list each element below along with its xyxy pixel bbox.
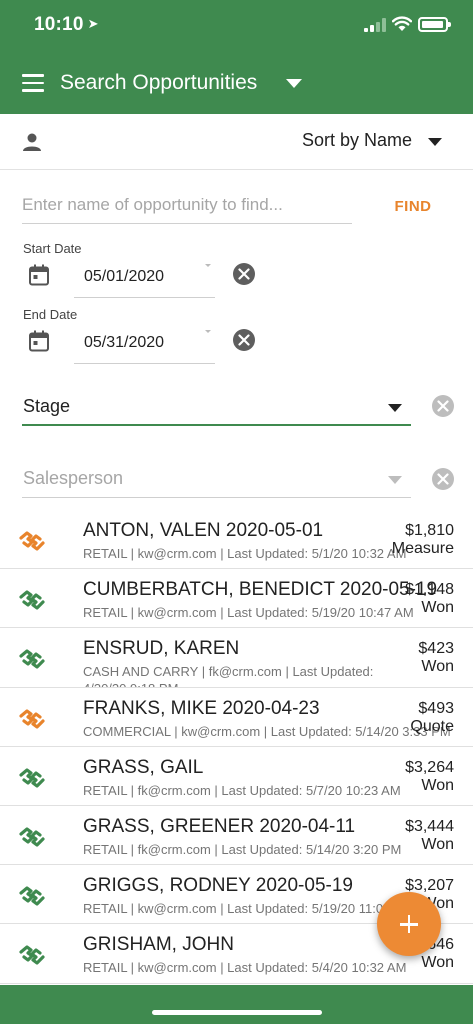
battery-icon bbox=[418, 17, 451, 32]
opportunity-stage: Measure bbox=[391, 540, 454, 557]
handshake-icon bbox=[19, 531, 45, 551]
wifi-icon bbox=[392, 16, 412, 31]
opportunity-row[interactable]: CUMBERBATCH, BENEDICT 2020-05-19 RETAIL |… bbox=[0, 569, 473, 629]
handshake-icon bbox=[19, 827, 45, 847]
opportunity-name: GRISHAM, JOHN bbox=[83, 934, 234, 956]
handshake-icon bbox=[19, 886, 45, 906]
handshake-icon bbox=[19, 708, 45, 729]
calendar-icon[interactable] bbox=[28, 330, 50, 352]
opportunity-name: FRANKS, MIKE 2020-04-23 bbox=[83, 697, 320, 719]
opportunity-row[interactable]: ANTON, VALEN 2020-05-01 RETAIL | kw@crm.c… bbox=[0, 510, 473, 570]
sort-dropdown[interactable]: Sort by Name bbox=[302, 130, 412, 151]
clear-end-date-button[interactable] bbox=[233, 329, 255, 351]
clear-salesperson-button[interactable] bbox=[432, 468, 454, 490]
clear-start-date-button[interactable] bbox=[233, 263, 255, 285]
opportunity-meta: RETAIL | kw@crm.com | Last Updated: 5/1/… bbox=[83, 546, 407, 561]
opportunity-amount: $493 bbox=[418, 699, 454, 717]
sort-row: Sort by Name bbox=[0, 114, 473, 170]
opportunity-amount: $3,264 bbox=[405, 758, 454, 776]
opportunity-row[interactable]: GRASS, GREENER 2020-04-11 RETAIL | fk@crm… bbox=[0, 806, 473, 866]
status-time: 10:10 ➤ bbox=[34, 14, 99, 36]
cellular-signal-icon bbox=[364, 18, 386, 32]
handshake-icon bbox=[19, 649, 45, 669]
end-date-value: 05/31/2020 bbox=[84, 334, 165, 351]
opportunity-name: ENSRUD, KAREN bbox=[83, 638, 240, 660]
status-bar: 10:10 ➤ bbox=[0, 0, 473, 52]
status-time-text: 10:10 bbox=[34, 14, 84, 35]
end-date-caret-icon bbox=[205, 330, 211, 333]
title-dropdown-caret-icon[interactable] bbox=[286, 79, 302, 88]
opportunity-stage: Won bbox=[421, 599, 454, 617]
opportunity-amount: $423 bbox=[418, 640, 454, 658]
opportunity-meta: RETAIL | kw@crm.com | Last Updated: 5/19… bbox=[83, 901, 413, 917]
opportunity-row[interactable]: ENSRUD, KAREN CASH AND CARRY | fk@crm.com… bbox=[0, 628, 473, 688]
opportunity-meta: RETAIL | fk@crm.com | Last Updated: 5/7/… bbox=[83, 782, 401, 798]
end-date-label: End Date bbox=[23, 307, 78, 322]
start-date-field[interactable]: 05/01/2020 bbox=[74, 258, 215, 298]
opportunity-row[interactable]: GRASS, GAIL RETAIL | fk@crm.com | Last Up… bbox=[0, 747, 473, 806]
salesperson-caret-icon bbox=[388, 476, 402, 484]
handshake-icon bbox=[19, 768, 45, 788]
bottom-bar bbox=[0, 985, 473, 1024]
opportunity-meta: RETAIL | kw@crm.com | Last Updated: 5/19… bbox=[83, 605, 414, 621]
salesperson-select[interactable]: Salesperson bbox=[22, 462, 411, 498]
opportunity-name: CUMBERBATCH, BENEDICT 2020-05-19 bbox=[83, 579, 438, 601]
opportunity-name: ANTON, VALEN 2020-05-01 bbox=[83, 520, 324, 541]
stage-select[interactable]: Stage bbox=[22, 390, 411, 426]
opportunity-meta: RETAIL | fk@crm.com | Last Updated: 5/14… bbox=[83, 841, 402, 857]
close-icon bbox=[238, 334, 250, 346]
add-opportunity-button[interactable] bbox=[377, 892, 441, 956]
opportunity-name: GRIGGS, RODNEY 2020-05-19 bbox=[83, 875, 353, 897]
stage-select-value: Stage bbox=[23, 396, 71, 416]
opportunity-meta: COMMERCIAL | kw@crm.com | Last Updated: … bbox=[83, 723, 451, 739]
opportunity-name: GRASS, GAIL bbox=[83, 756, 204, 778]
plus-icon-vertical bbox=[407, 915, 411, 933]
clear-stage-button[interactable] bbox=[432, 395, 454, 417]
opportunity-stage: Won bbox=[421, 658, 454, 676]
close-icon bbox=[437, 473, 449, 485]
close-icon bbox=[238, 268, 250, 280]
opportunity-stage: Won bbox=[421, 776, 454, 794]
calendar-icon[interactable] bbox=[28, 264, 50, 286]
location-arrow-icon: ➤ bbox=[87, 16, 99, 31]
start-date-label: Start Date bbox=[23, 241, 82, 256]
hamburger-menu-icon[interactable] bbox=[22, 74, 44, 92]
handshake-icon bbox=[19, 590, 45, 610]
close-icon bbox=[437, 400, 449, 412]
home-indicator[interactable] bbox=[152, 1010, 322, 1015]
opportunity-row[interactable]: FRANKS, MIKE 2020-04-23 COMMERCIAL | kw@c… bbox=[0, 688, 473, 747]
opportunity-stage: Quote bbox=[410, 717, 454, 735]
opportunity-amount: $3,444 bbox=[405, 817, 454, 835]
opportunity-amount: $1,810 bbox=[405, 522, 454, 539]
person-icon[interactable] bbox=[22, 132, 42, 152]
opportunity-amount: $1,148 bbox=[405, 581, 454, 599]
start-date-value: 05/01/2020 bbox=[84, 268, 165, 285]
handshake-icon bbox=[19, 945, 45, 965]
stage-caret-icon bbox=[388, 404, 402, 412]
opportunity-stage: Won bbox=[421, 835, 454, 853]
opportunity-meta: CASH AND CARRY | fk@crm.com | Last Updat… bbox=[83, 664, 374, 686]
search-input[interactable] bbox=[22, 186, 352, 224]
opportunity-name: GRASS, GREENER 2020-04-11 bbox=[83, 815, 356, 837]
sort-caret-icon[interactable] bbox=[428, 138, 442, 146]
salesperson-placeholder: Salesperson bbox=[23, 468, 124, 488]
opportunity-stage: Won bbox=[421, 954, 454, 972]
opportunity-meta: RETAIL | kw@crm.com | Last Updated: 5/4/… bbox=[83, 960, 407, 976]
app-bar: Search Opportunities bbox=[0, 52, 473, 114]
page-title[interactable]: Search Opportunities bbox=[60, 71, 257, 95]
find-button[interactable]: FIND bbox=[384, 194, 442, 218]
end-date-field[interactable]: 05/31/2020 bbox=[74, 324, 215, 364]
start-date-caret-icon bbox=[205, 264, 211, 267]
